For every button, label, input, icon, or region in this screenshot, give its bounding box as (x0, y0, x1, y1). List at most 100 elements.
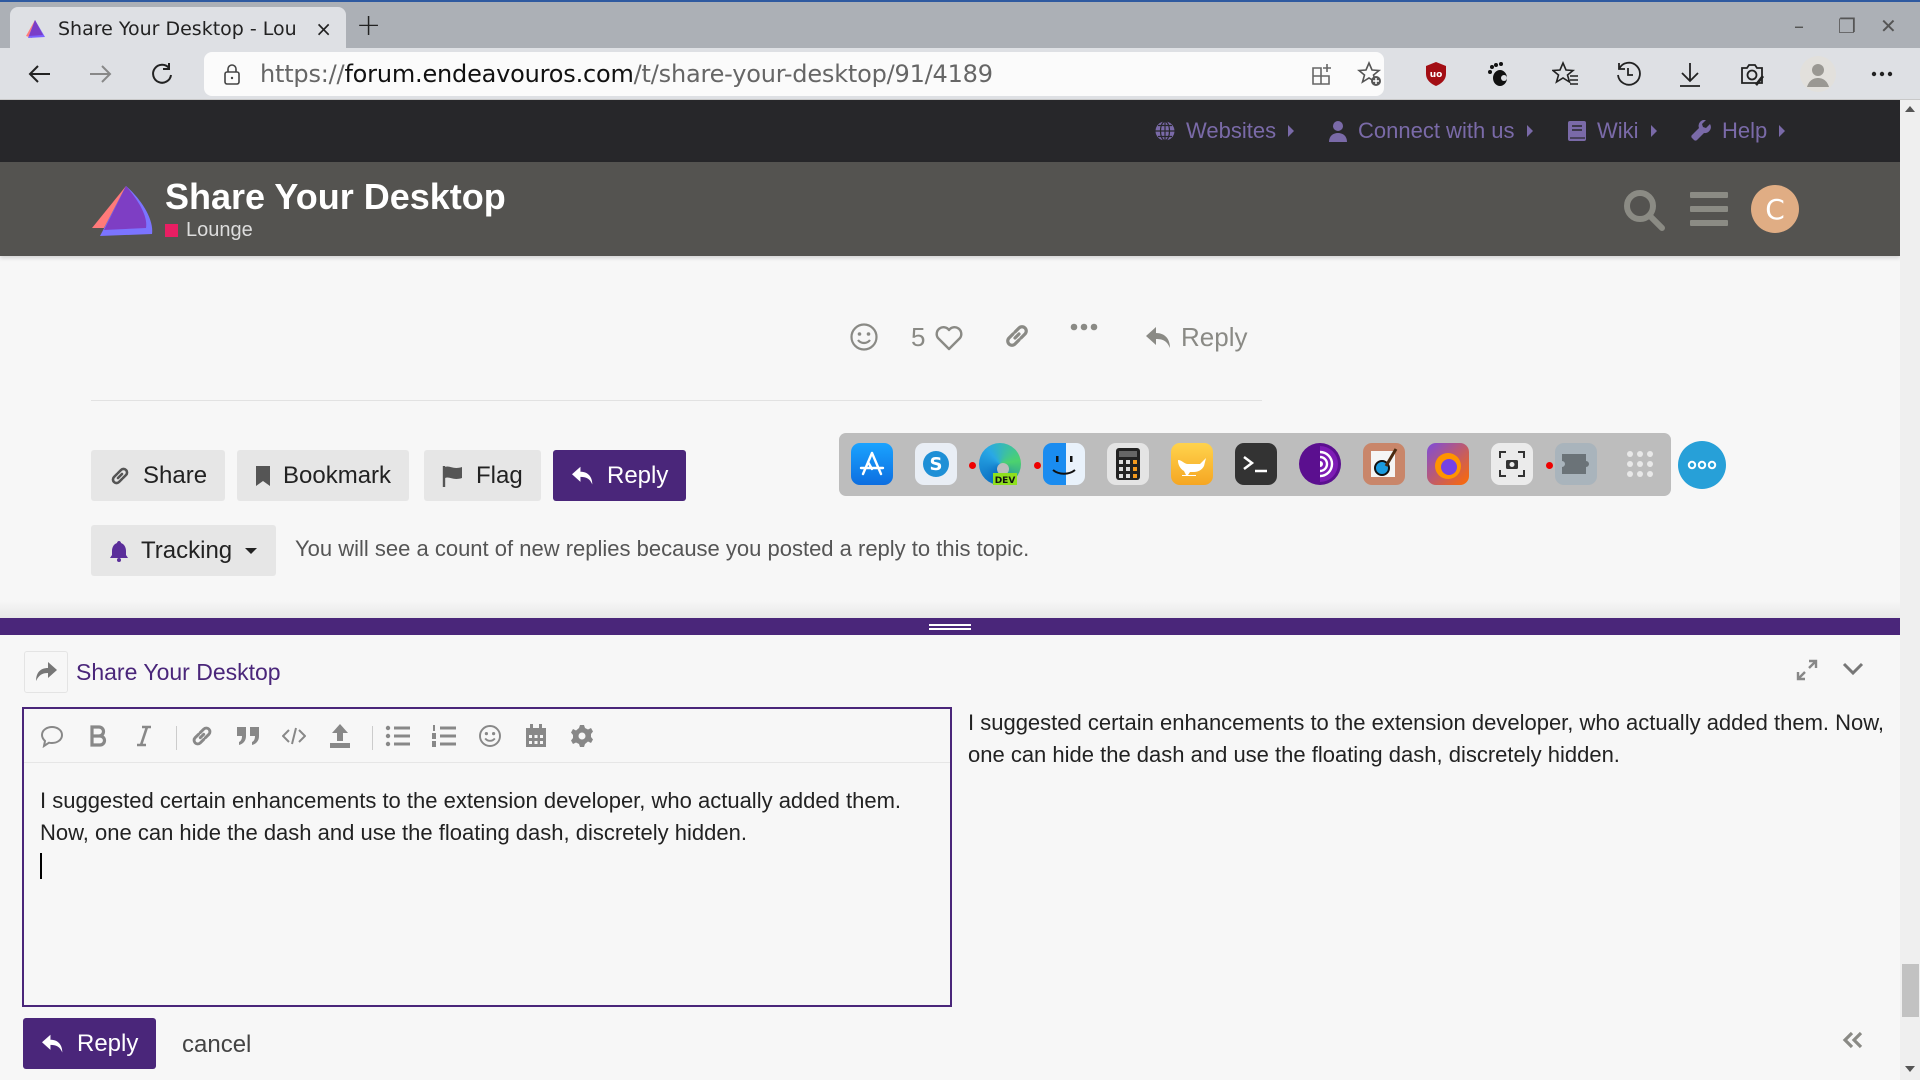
dock-app-genie[interactable] (1171, 443, 1213, 485)
blockquote-button[interactable] (234, 722, 262, 750)
notification-level-dropdown[interactable]: Tracking (91, 525, 277, 576)
topic-reply-button[interactable]: Reply (553, 450, 687, 501)
dock-app-tor-browser[interactable] (1299, 443, 1341, 485)
composer-editor: I suggested certain enhancements to the … (22, 707, 952, 1007)
nav-help[interactable]: Help (1690, 118, 1786, 144)
bullet-list-button[interactable] (384, 722, 412, 750)
double-chevron-left-icon[interactable] (1842, 1031, 1864, 1049)
browser-tab[interactable]: Share Your Desktop - Lounge × (10, 7, 346, 50)
code-button[interactable] (280, 722, 308, 750)
dock-app-screenshot[interactable] (1491, 443, 1533, 485)
refresh-button[interactable] (144, 56, 180, 92)
dock-show-applications[interactable] (1619, 443, 1661, 485)
reply-to-topic-title[interactable]: Share Your Desktop (76, 659, 281, 686)
reply-action-button[interactable] (24, 651, 68, 693)
nav-wiki-label: Wiki (1597, 118, 1639, 143)
scroll-up-arrow-icon[interactable] (1905, 106, 1915, 112)
grip-line (929, 624, 971, 626)
dock-app-skype[interactable]: S (915, 443, 957, 485)
restore-button[interactable]: ❐ (1838, 14, 1856, 38)
lock-icon[interactable] (222, 63, 242, 85)
url-text[interactable]: https://forum.endeavouros.com/t/share-yo… (260, 60, 993, 88)
dock-more-button[interactable] (1678, 441, 1726, 489)
new-tab-button[interactable]: + (356, 8, 381, 43)
history-button[interactable] (1612, 58, 1644, 90)
running-indicator (1546, 462, 1553, 469)
link-icon (1006, 325, 1028, 347)
reply-icon (1146, 326, 1170, 348)
web-capture-button[interactable] (1736, 58, 1768, 90)
dock-app-paint[interactable] (1363, 443, 1405, 485)
caret-right-icon (1650, 125, 1657, 137)
wrench-icon (1691, 120, 1711, 141)
italic-button[interactable] (130, 722, 158, 750)
nav-wiki[interactable]: Wiki (1567, 118, 1657, 144)
back-button[interactable] (22, 56, 58, 92)
user-avatar[interactable]: C (1751, 185, 1799, 233)
link-button[interactable] (188, 722, 216, 750)
search-icon[interactable] (1622, 188, 1666, 232)
ublock-origin-button[interactable]: uo (1420, 58, 1452, 90)
scroll-down-arrow-icon[interactable] (1905, 1066, 1915, 1072)
show-more-button[interactable] (1070, 322, 1098, 332)
caret-right-icon (1288, 125, 1295, 137)
bookmark-button[interactable]: Bookmark (237, 450, 410, 501)
reply-composer: Share Your Desktop I suggested certain e… (0, 635, 1900, 1080)
speech-bubble-icon (40, 725, 64, 748)
flag-button[interactable]: Flag (424, 450, 541, 501)
add-favorite-button[interactable] (1354, 58, 1386, 90)
reply-textarea[interactable]: I suggested certain enhancements to the … (40, 785, 920, 881)
emoji-button[interactable] (476, 722, 504, 750)
add-reaction-button[interactable] (849, 322, 879, 352)
close-window-button[interactable]: ✕ (1880, 14, 1897, 38)
dock-app-firefox[interactable] (1427, 443, 1469, 485)
dock-app-edge-dev[interactable]: DEV (979, 443, 1021, 485)
caret-right-icon (1526, 125, 1533, 137)
endeavouros-logo[interactable] (90, 184, 154, 240)
quote-post-button[interactable] (38, 722, 66, 750)
hamburger-menu-icon[interactable] (1690, 192, 1728, 226)
browser-tab-bar: Share Your Desktop - Lounge × + – ❐ ✕ (0, 0, 1920, 50)
puzzle-piece-icon (1562, 454, 1589, 474)
dock-app-extensions[interactable] (1555, 443, 1597, 485)
user-icon (1329, 121, 1347, 142)
dock-app-calculator[interactable] (1107, 443, 1149, 485)
copy-link-button[interactable] (1003, 322, 1031, 350)
profile-button[interactable] (1800, 56, 1836, 92)
share-button[interactable]: Share (91, 450, 226, 501)
nav-websites-label: Websites (1186, 118, 1277, 143)
favorites-button[interactable] (1550, 58, 1582, 90)
scrollbar-thumb[interactable] (1902, 964, 1919, 1017)
post-reply-button[interactable]: Reply (1145, 322, 1247, 353)
bold-button[interactable] (84, 722, 112, 750)
expand-icon[interactable] (1796, 659, 1818, 681)
dock-app-finder[interactable] (1043, 443, 1085, 485)
options-button[interactable] (568, 722, 596, 750)
gnome-foot-icon (1488, 62, 1507, 86)
split-screen-button[interactable] (1306, 58, 1338, 90)
topic-title[interactable]: Share Your Desktop (165, 176, 506, 218)
forward-button[interactable] (82, 56, 118, 92)
bell-icon (110, 540, 128, 562)
gnome-extension-button[interactable] (1482, 58, 1514, 90)
composer-resize-handle[interactable] (0, 618, 1900, 635)
dock-app-terminal[interactable] (1235, 443, 1277, 485)
minimize-button[interactable]: – (1794, 14, 1804, 38)
submit-reply-button[interactable]: Reply (23, 1018, 157, 1069)
nav-connect[interactable]: Connect with us (1328, 118, 1533, 144)
settings-more-button[interactable] (1866, 58, 1898, 90)
forum-header: Share Your Desktop Lounge C (0, 162, 1900, 256)
numbered-list-button[interactable] (430, 722, 458, 750)
tab-close-icon[interactable]: × (315, 17, 332, 41)
dock-app-app-store[interactable] (851, 443, 893, 485)
address-bar[interactable]: https://forum.endeavouros.com/t/share-yo… (204, 52, 1384, 96)
downloads-button[interactable] (1674, 58, 1706, 90)
like-button[interactable]: 5 (911, 322, 963, 353)
chevron-down-icon[interactable] (1842, 661, 1864, 677)
cancel-link[interactable]: cancel (182, 1031, 251, 1059)
upload-button[interactable] (326, 722, 354, 750)
insert-date-button[interactable] (522, 722, 550, 750)
page-scrollbar[interactable] (1900, 100, 1920, 1080)
category-badge[interactable]: Lounge (165, 219, 253, 242)
nav-websites[interactable]: Websites (1154, 118, 1295, 144)
